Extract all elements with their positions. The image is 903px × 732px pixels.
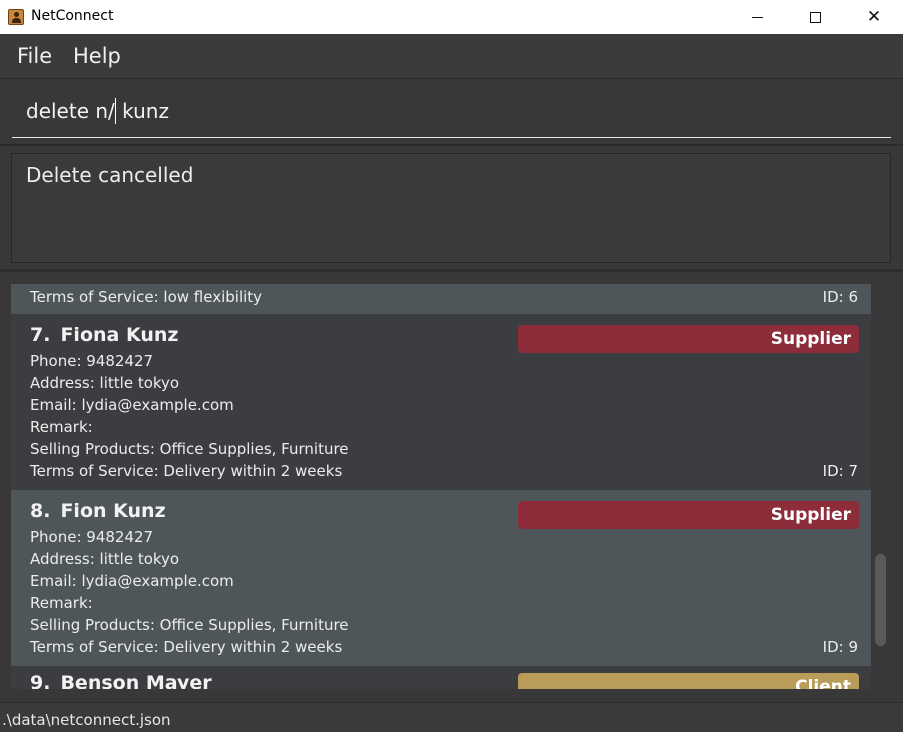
person-tos: Terms of Service: low flexibility — [30, 288, 263, 306]
person-card[interactable]: 7. Fiona Kunz Supplier Phone: 9482427 Add… — [11, 314, 871, 490]
status-bar: .\data\netconnect.json — [0, 702, 903, 732]
person-index: 9. — [30, 672, 51, 689]
close-button[interactable]: ✕ — [845, 0, 903, 34]
person-remark: Remark: — [30, 418, 93, 436]
person-card-selected[interactable]: 8. Fion Kunz Supplier Phone: 9482427 Addr… — [11, 490, 871, 666]
person-list: Terms of Service: low flexibility ID: 6 … — [0, 272, 903, 702]
minimize-icon — [751, 16, 763, 18]
person-list-viewport: Terms of Service: low flexibility ID: 6 … — [11, 284, 871, 689]
person-remark: Remark: — [30, 594, 93, 612]
person-address: Address: little tokyo — [30, 550, 180, 568]
person-name: 7. Fiona Kunz — [30, 324, 178, 346]
supplier-tag: Supplier — [518, 325, 859, 353]
menu-help[interactable]: Help — [73, 44, 121, 68]
person-products: Selling Products: Office Supplies, Furni… — [30, 616, 349, 634]
command-area: delete n/ kunz — [0, 80, 903, 146]
person-id: ID: 6 — [822, 288, 858, 306]
title-bar: NetConnect ✕ — [0, 0, 903, 34]
person-name: 9. Benson Mayer — [30, 672, 212, 689]
result-message: Delete cancelled — [26, 163, 194, 187]
result-display[interactable]: Delete cancelled — [11, 153, 891, 263]
minimize-button[interactable] — [728, 0, 786, 34]
address-book-icon — [8, 9, 24, 25]
person-phone: Phone: 9482427 — [30, 352, 154, 370]
maximize-icon — [809, 11, 821, 23]
result-area: Delete cancelled — [0, 147, 903, 269]
person-card-partial[interactable]: Terms of Service: low flexibility ID: 6 — [11, 284, 871, 314]
scrollbar-thumb[interactable] — [875, 554, 886, 646]
close-icon: ✕ — [866, 6, 882, 27]
command-text-after-caret: kunz — [115, 99, 169, 123]
person-name: 8. Fion Kunz — [30, 500, 166, 522]
person-tos: Terms of Service: Delivery within 2 week… — [30, 638, 343, 656]
maximize-button[interactable] — [786, 0, 844, 34]
person-phone: Phone: 9482427 — [30, 528, 154, 546]
person-tos: Terms of Service: Delivery within 2 week… — [30, 462, 343, 480]
person-email: Email: lydia@example.com — [30, 396, 234, 414]
window-title: NetConnect — [31, 8, 114, 24]
person-id: ID: 9 — [822, 638, 858, 656]
command-input[interactable]: delete n/ kunz — [12, 94, 891, 138]
person-card-partial[interactable]: 9. Benson Mayer Client — [11, 666, 871, 689]
person-email: Email: lydia@example.com — [30, 572, 234, 590]
menu-file[interactable]: File — [17, 44, 52, 68]
command-text-before-caret: delete n/ — [26, 99, 115, 123]
person-name-text: Fiona Kunz — [60, 324, 179, 346]
supplier-tag: Supplier — [518, 501, 859, 529]
person-index: 8. — [30, 500, 51, 522]
menu-bar: File Help — [0, 35, 903, 79]
person-name-text: Benson Mayer — [60, 672, 212, 689]
person-index: 7. — [30, 324, 51, 346]
client-tag: Client — [518, 673, 859, 689]
person-address: Address: little tokyo — [30, 374, 180, 392]
person-products: Selling Products: Office Supplies, Furni… — [30, 440, 349, 458]
list-scrollbar[interactable] — [871, 284, 891, 689]
person-id: ID: 7 — [822, 462, 858, 480]
save-file-path: .\data\netconnect.json — [2, 711, 171, 729]
person-name-text: Fion Kunz — [60, 500, 166, 522]
